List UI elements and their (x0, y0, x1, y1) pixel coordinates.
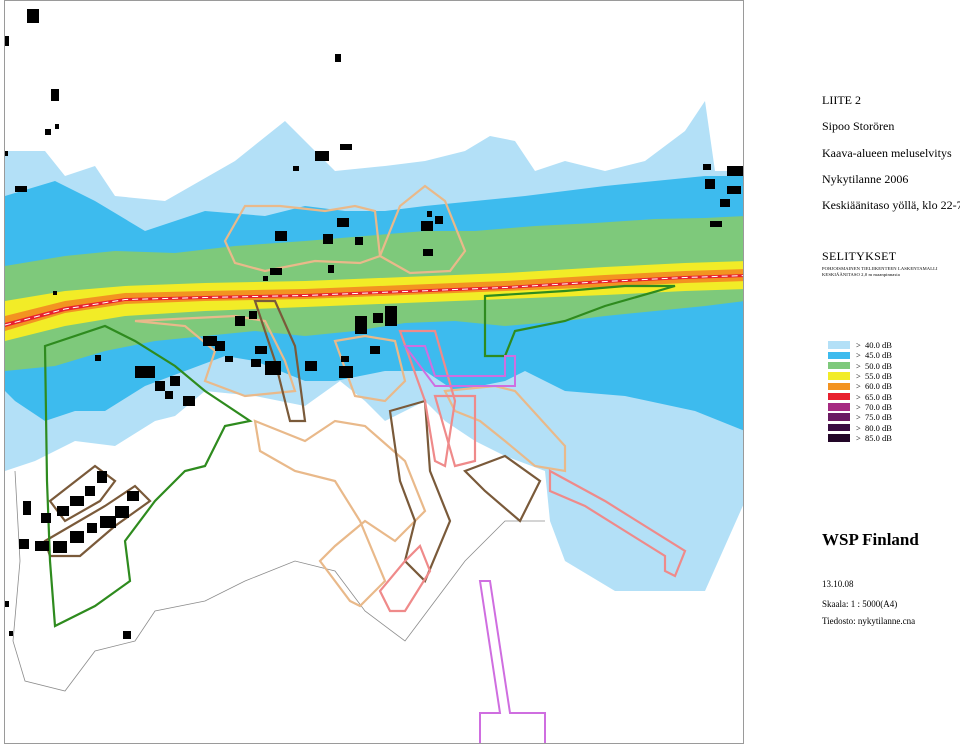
scale-label: Skaala: 1 : 5000(A4) (822, 599, 898, 609)
legend-item: > 70.0 dB (828, 402, 892, 412)
legend-item: > 65.0 dB (828, 391, 892, 402)
legend-list: > 40.0 dB > 45.0 dB > 50.0 dB > 55.0 dB … (828, 340, 892, 443)
noise-map (4, 0, 744, 744)
legend-swatch (828, 434, 850, 442)
metric-label: Keskiäänitaso yöllä, klo 22-7 (822, 198, 960, 212)
legend-item: > 75.0 dB (828, 412, 892, 422)
legend-item: > 40.0 dB (828, 340, 892, 350)
legend-label: > 65.0 dB (856, 391, 892, 402)
legend-item: > 45.0 dB (828, 350, 892, 360)
legend-label: > 60.0 dB (856, 381, 892, 392)
legend-swatch (828, 423, 850, 432)
legend-item: > 50.0 dB (828, 361, 892, 371)
legend-label: > 45.0 dB (856, 350, 892, 361)
file-label: Tiedosto: nykytilanne.cna (822, 616, 916, 626)
legend-heading: SELITYKSET (822, 249, 897, 263)
legend-swatch (828, 413, 850, 421)
legend-item: > 55.0 dB (828, 371, 892, 381)
company-name: WSP Finland (822, 530, 919, 549)
date-label: 13.10.08 (822, 579, 854, 589)
legend-label: > 80.0 dB (856, 422, 892, 433)
legend-panel: LIITE 2 Sipoo Storören Kaava-alueen melu… (745, 0, 960, 749)
project-location: Sipoo Storören (822, 119, 895, 133)
legend-item: > 60.0 dB (828, 381, 892, 391)
legend-label: > 70.0 dB (856, 401, 892, 412)
model-height: KESKIÄÄNITASO 2,0 m maanpinnasta (822, 272, 900, 277)
legend-swatch (828, 361, 850, 370)
legend-label: > 40.0 dB (856, 340, 892, 351)
model-description: POHJOISMAINEN TIELIIKENTEEN LASKENTAMALL… (822, 266, 938, 271)
legend-item: > 80.0 dB (828, 422, 892, 433)
legend-label: > 85.0 dB (856, 432, 892, 443)
legend-item: > 85.0 dB (828, 433, 892, 443)
legend-label: > 55.0 dB (856, 371, 892, 382)
legend-swatch (828, 382, 850, 391)
legend-swatch (828, 403, 850, 411)
legend-label: > 50.0 dB (856, 360, 892, 371)
legend-swatch (828, 372, 850, 380)
legend-swatch (828, 351, 850, 360)
legend-swatch (828, 392, 850, 401)
attachment-label: LIITE 2 (822, 93, 861, 107)
legend-swatch (828, 341, 850, 349)
legend-label: > 75.0 dB (856, 412, 892, 423)
report-title: Kaava-alueen meluselvitys (822, 146, 952, 160)
scenario-label: Nykytilanne 2006 (822, 172, 909, 186)
